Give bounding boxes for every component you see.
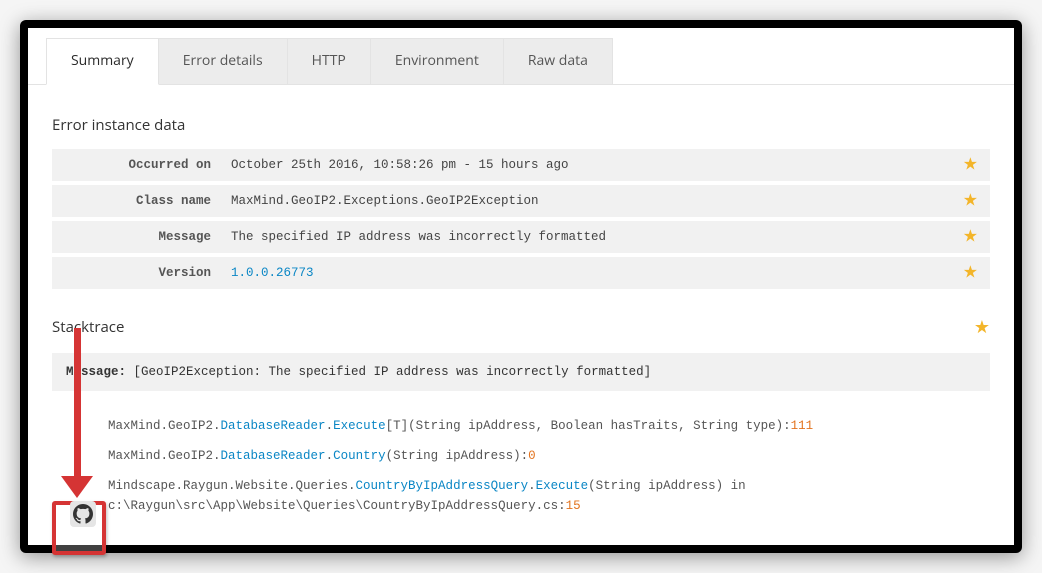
trace-linenum: 0 — [528, 449, 536, 463]
trace-path: c:\Raygun\src\App\Website\Queries\Countr… — [108, 499, 566, 513]
section-title-instance: Error instance data — [52, 115, 990, 135]
trace-method: Country — [333, 449, 386, 463]
label-classname: Class name — [66, 194, 231, 208]
trace-ns: MaxMind.GeoIP2. — [108, 449, 221, 463]
trace-sig: [T](String ipAddress, Boolean hasTraits,… — [386, 419, 791, 433]
star-icon[interactable]: ★ — [974, 315, 990, 339]
trace-class: CountryByIpAddressQuery — [356, 479, 529, 493]
trace-sig: (String ipAddress): — [386, 449, 529, 463]
row-message: Message The specified IP address was inc… — [52, 221, 990, 253]
trace-line-1: MaxMind.GeoIP2.DatabaseReader.Execute[T]… — [52, 411, 990, 441]
value-message: The specified IP address was incorrectly… — [231, 230, 976, 244]
trace-method: Execute — [536, 479, 589, 493]
star-icon[interactable]: ★ — [963, 155, 978, 176]
trace-line-2: MaxMind.GeoIP2.DatabaseReader.Country(St… — [52, 441, 990, 471]
trace-sig: (String ipAddress) in — [588, 479, 746, 493]
value-classname: MaxMind.GeoIP2.Exceptions.GeoIP2Exceptio… — [231, 194, 976, 208]
tab-error-details[interactable]: Error details — [159, 38, 288, 84]
screenshot-frame: Summary Error details HTTP Environment R… — [20, 20, 1022, 553]
page: Summary Error details HTTP Environment R… — [28, 28, 1014, 545]
trace-ns: Mindscape.Raygun.Website.Queries. — [108, 479, 356, 493]
star-icon[interactable]: ★ — [963, 227, 978, 248]
stacktrace-message-label: Message: — [66, 365, 126, 379]
tab-environment[interactable]: Environment — [371, 38, 504, 84]
trace-dot: . — [326, 419, 334, 433]
tab-summary[interactable]: Summary — [46, 38, 159, 85]
trace-linenum: 15 — [566, 499, 581, 513]
stacktrace-message-box: Message: [GeoIP2Exception: The specified… — [52, 353, 990, 391]
row-version: Version 1.0.0.26773 ★ — [52, 257, 990, 289]
trace-dot: . — [528, 479, 536, 493]
star-icon[interactable]: ★ — [963, 263, 978, 284]
tabs-bar: Summary Error details HTTP Environment R… — [28, 28, 1014, 85]
stacktrace-message-text: [GeoIP2Exception: The specified IP addre… — [126, 365, 651, 379]
trace-class: DatabaseReader — [221, 449, 326, 463]
label-version: Version — [66, 266, 231, 280]
star-icon[interactable]: ★ — [963, 191, 978, 212]
value-occurred: October 25th 2016, 10:58:26 pm - 15 hour… — [231, 158, 976, 172]
label-message: Message — [66, 230, 231, 244]
tab-http[interactable]: HTTP — [288, 38, 371, 84]
trace-line-3: Mindscape.Raygun.Website.Queries.Country… — [52, 471, 990, 521]
trace-ns: MaxMind.GeoIP2. — [108, 419, 221, 433]
trace-dot: . — [326, 449, 334, 463]
version-link[interactable]: 1.0.0.26773 — [231, 266, 314, 280]
content-area: Error instance data Occurred on October … — [28, 85, 1014, 545]
trace-method: Execute — [333, 419, 386, 433]
row-classname: Class name MaxMind.GeoIP2.Exceptions.Geo… — [52, 185, 990, 217]
tab-raw-data[interactable]: Raw data — [504, 38, 613, 84]
section-title-stacktrace: Stacktrace — [52, 317, 124, 337]
trace-class: DatabaseReader — [221, 419, 326, 433]
label-occurred: Occurred on — [66, 158, 231, 172]
github-icon[interactable] — [70, 501, 96, 527]
row-occurred: Occurred on October 25th 2016, 10:58:26 … — [52, 149, 990, 181]
trace-linenum: 111 — [791, 419, 814, 433]
github-icon-svg — [73, 504, 93, 524]
